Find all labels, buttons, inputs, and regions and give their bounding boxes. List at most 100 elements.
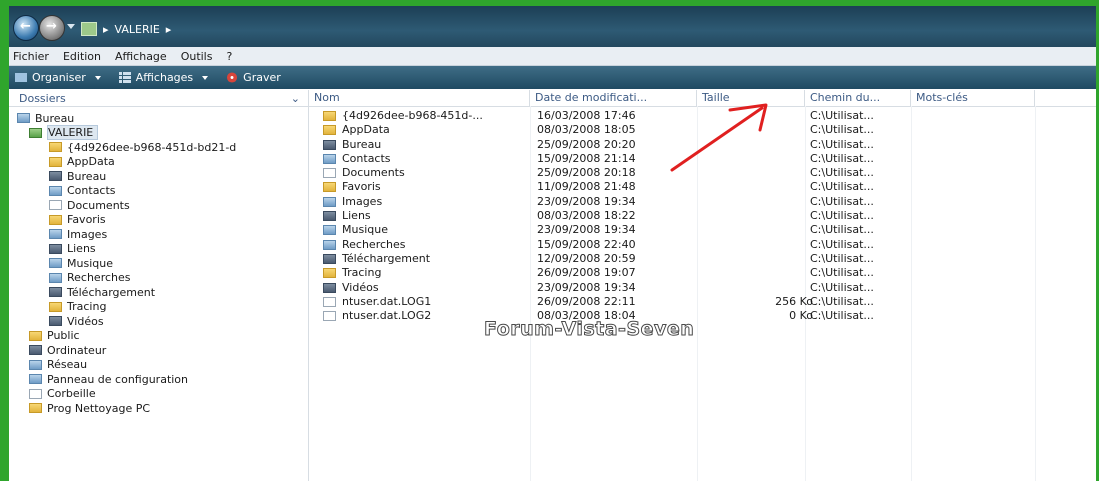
tree-item[interactable]: Favoris	[9, 213, 308, 228]
breadcrumb-segment[interactable]: VALERIE	[115, 23, 160, 36]
menu-fichier[interactable]: Fichier	[13, 50, 49, 63]
file-path: C:\Utilisat...	[810, 223, 874, 237]
file-row[interactable]: Recherches 15/09/2008 22:40 C:\Utilisat...	[309, 238, 1096, 252]
file-row[interactable]: Liens 08/03/2008 18:22 C:\Utilisat...	[309, 209, 1096, 223]
tree-item[interactable]: Documents	[9, 198, 308, 213]
breadcrumb-chevron-icon[interactable]: ▸	[166, 23, 172, 36]
file-row[interactable]: Favoris 11/09/2008 21:48 C:\Utilisat...	[309, 180, 1096, 194]
file-icon	[323, 196, 336, 207]
file-row[interactable]: ntuser.dat.LOG2 08/03/2008 18:04 0 Ko C:\Ut…	[309, 309, 1096, 323]
folder-icon	[29, 403, 42, 414]
menu-help[interactable]: ?	[226, 50, 232, 63]
tree-item[interactable]: Vidéos	[9, 314, 308, 329]
folder-icon	[49, 316, 62, 327]
file-row[interactable]: Documents 25/09/2008 20:18 C:\Utilisat...	[309, 166, 1096, 180]
tree-item[interactable]: AppData	[9, 155, 308, 170]
tree-item[interactable]: Bureau	[9, 111, 308, 126]
file-icon	[323, 268, 336, 279]
folder-icon	[49, 287, 62, 298]
file-row[interactable]: Téléchargement 12/09/2008 20:59 C:\Utilisa…	[309, 252, 1096, 266]
tree-item[interactable]: VALERIE	[9, 125, 308, 141]
folder-icon	[49, 171, 62, 182]
file-name: ntuser.dat.LOG1	[342, 294, 432, 308]
tree-item-label: {4d926dee-b968-451d-bd21-d	[67, 140, 237, 154]
tree-item[interactable]: Tracing	[9, 300, 308, 315]
forward-button[interactable]: →	[39, 15, 65, 41]
column-mots-cles[interactable]: Mots-clés	[911, 90, 1035, 106]
tree-item[interactable]: Corbeille	[9, 387, 308, 402]
column-taille[interactable]: Taille	[697, 90, 805, 106]
file-row[interactable]: Vidéos 23/09/2008 19:34 C:\Utilisat...	[309, 281, 1096, 295]
column-chemin[interactable]: Chemin du...	[805, 90, 911, 106]
folder-icon	[29, 127, 42, 138]
address-bar[interactable]: ▸ VALERIE ▸	[81, 19, 171, 39]
tree-item[interactable]: Images	[9, 227, 308, 242]
menu-affichage[interactable]: Affichage	[115, 50, 167, 63]
file-path: C:\Utilisat...	[810, 123, 874, 137]
graver-label: Graver	[243, 71, 281, 84]
file-date: 08/03/2008 18:05	[537, 123, 636, 137]
tree-item-label: Corbeille	[47, 387, 96, 401]
tree-item-label: Bureau	[35, 111, 75, 125]
file-path: C:\Utilisat...	[810, 194, 874, 208]
file-date: 23/09/2008 19:34	[537, 280, 636, 294]
tree-item[interactable]: Téléchargement	[9, 285, 308, 300]
tree-item[interactable]: Ordinateur	[9, 343, 308, 358]
tree-item[interactable]: Public	[9, 329, 308, 344]
file-row[interactable]: Images 23/09/2008 19:34 C:\Utilisat...	[309, 195, 1096, 209]
tree-item[interactable]: Recherches	[9, 271, 308, 286]
tree-item[interactable]: Panneau de configuration	[9, 372, 308, 387]
file-list: Nom Date de modificati... Taille Chemin …	[309, 90, 1096, 481]
folders-pane: Dossiers ⌄ Bureau VALERIE {4d926dee-b968-4…	[9, 90, 309, 481]
file-date: 11/09/2008 21:48	[537, 180, 636, 194]
folder-icon	[49, 272, 62, 283]
tree-item-label: Favoris	[67, 213, 106, 227]
file-date: 26/09/2008 19:07	[537, 266, 636, 280]
tree-item-label: Images	[67, 227, 108, 241]
file-date: 08/03/2008 18:22	[537, 209, 636, 223]
tree-item[interactable]: Réseau	[9, 358, 308, 373]
file-rows: {4d926dee-b968-451d-... 16/03/2008 17:46 C…	[309, 109, 1096, 323]
file-name: ntuser.dat.LOG2	[342, 309, 432, 323]
file-icon	[323, 182, 336, 193]
graver-button[interactable]: Graver	[226, 71, 281, 84]
menu-edition[interactable]: Edition	[63, 50, 101, 63]
file-row[interactable]: {4d926dee-b968-451d-... 16/03/2008 17:46 C…	[309, 109, 1096, 123]
file-icon	[323, 139, 336, 150]
file-path: C:\Utilisat...	[810, 280, 874, 294]
file-row[interactable]: Musique 23/09/2008 19:34 C:\Utilisat...	[309, 223, 1096, 237]
folder-icon	[81, 22, 97, 36]
tree-item-label: Musique	[67, 256, 113, 270]
folders-header[interactable]: Dossiers ⌄	[9, 90, 308, 107]
column-nom[interactable]: Nom	[309, 90, 530, 106]
file-row[interactable]: Bureau 25/09/2008 20:20 C:\Utilisat...	[309, 138, 1096, 152]
tree-item-label: Bureau	[67, 169, 107, 183]
views-icon	[118, 72, 131, 83]
file-path: C:\Utilisat...	[810, 151, 874, 165]
folder-icon	[49, 185, 62, 196]
folder-icon	[49, 142, 62, 153]
affichages-button[interactable]: Affichages	[118, 71, 209, 84]
affichages-label: Affichages	[135, 71, 194, 84]
tree-item[interactable]: Musique	[9, 256, 308, 271]
history-dropdown-icon[interactable]	[67, 24, 75, 29]
file-row[interactable]: ntuser.dat.LOG1 26/09/2008 22:11 256 Ko C:\…	[309, 295, 1096, 309]
back-button[interactable]: ←	[13, 15, 39, 41]
organiser-button[interactable]: Organiser	[15, 71, 101, 84]
tree-item[interactable]: Contacts	[9, 184, 308, 199]
tree-item[interactable]: Liens	[9, 242, 308, 257]
tree-item[interactable]: Prog Nettoyage PC	[9, 401, 308, 416]
tree-item[interactable]: Bureau	[9, 169, 308, 184]
file-row[interactable]: Contacts 15/09/2008 21:14 C:\Utilisat...	[309, 152, 1096, 166]
tree-item[interactable]: {4d926dee-b968-451d-bd21-d	[9, 140, 308, 155]
file-path: C:\Utilisat...	[810, 237, 874, 251]
menu-outils[interactable]: Outils	[181, 50, 213, 63]
burn-disc-icon	[227, 72, 238, 83]
file-row[interactable]: Tracing 26/09/2008 19:07 C:\Utilisat...	[309, 266, 1096, 280]
column-date[interactable]: Date de modificati...	[530, 90, 697, 106]
folder-icon	[49, 214, 62, 225]
chevron-down-icon[interactable]: ⌄	[291, 92, 300, 105]
file-path: C:\Utilisat...	[810, 294, 874, 308]
file-row[interactable]: AppData 08/03/2008 18:05 C:\Utilisat...	[309, 123, 1096, 137]
organiser-label: Organiser	[32, 71, 86, 84]
